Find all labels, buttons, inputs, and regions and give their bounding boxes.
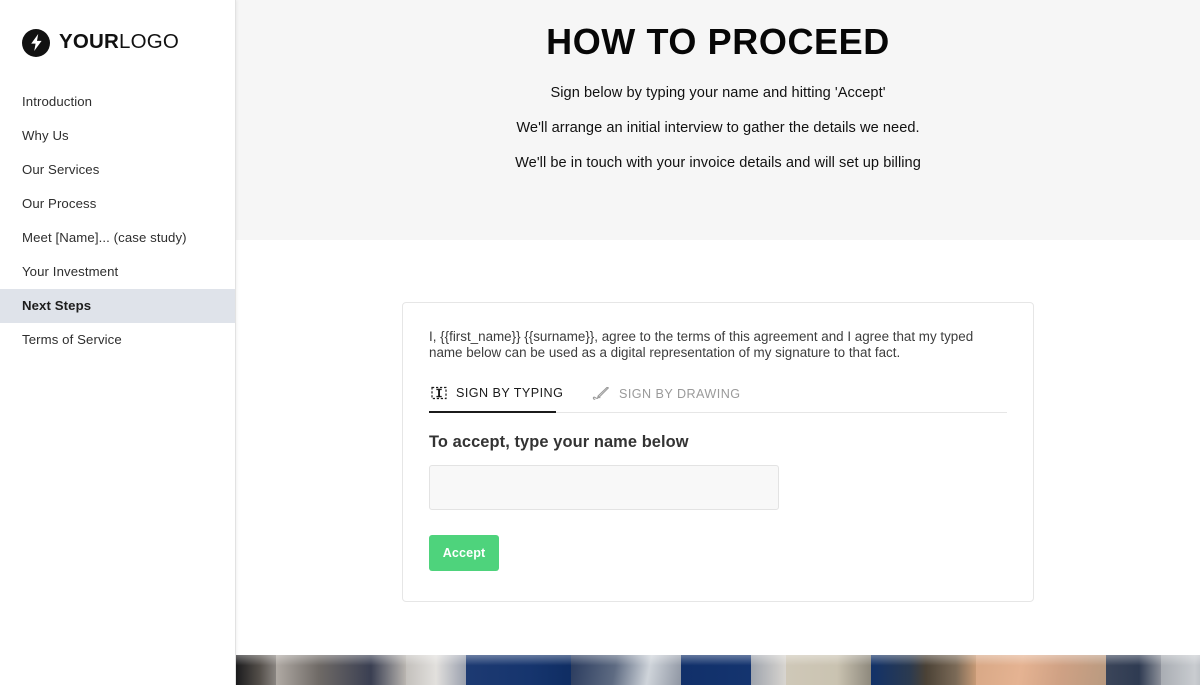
page-title: HOW TO PROCEED	[546, 21, 890, 62]
hero-subtitle-1: Sign below by typing your name and hitti…	[550, 85, 886, 101]
sidebar-item-our-process[interactable]: Our Process	[0, 187, 235, 221]
signature-card: I, {{first_name}} {{surname}}, agree to …	[402, 302, 1034, 602]
signature-name-input[interactable]	[429, 465, 779, 510]
accept-button[interactable]: Accept	[429, 535, 499, 571]
sidebar-item-next-steps[interactable]: Next Steps	[0, 289, 235, 323]
consent-text: I, {{first_name}} {{surname}}, agree to …	[429, 329, 974, 360]
sidebar-item-case-study[interactable]: Meet [Name]... (case study)	[0, 221, 235, 255]
sidebar-item-why-us[interactable]: Why Us	[0, 119, 235, 153]
tab-sign-by-typing-label: SIGN BY TYPING	[456, 386, 564, 400]
logo-text: YOURLOGO	[59, 32, 179, 53]
footer-photo	[236, 655, 1200, 685]
signature-section: I, {{first_name}} {{surname}}, agree to …	[236, 240, 1200, 645]
sidebar-item-your-investment[interactable]: Your Investment	[0, 255, 235, 289]
main-content: HOW TO PROCEED Sign below by typing your…	[236, 0, 1200, 685]
signature-mode-tabs: SIGN BY TYPING SIGN BY DRAWING	[429, 382, 1007, 413]
sidebar: YOURLOGO Introduction Why Us Our Service…	[0, 0, 236, 685]
logo[interactable]: YOURLOGO	[0, 0, 235, 85]
tab-sign-by-drawing[interactable]: SIGN BY DRAWING	[590, 383, 743, 412]
logo-text-light: LOGO	[119, 30, 180, 54]
sidebar-item-terms-of-service[interactable]: Terms of Service	[0, 323, 235, 357]
tab-sign-by-typing[interactable]: SIGN BY TYPING	[429, 382, 563, 413]
pen-nib-icon	[592, 387, 610, 401]
sidebar-nav: Introduction Why Us Our Services Our Pro…	[0, 85, 235, 357]
hero-band: HOW TO PROCEED Sign below by typing your…	[236, 0, 1200, 240]
text-cursor-icon	[431, 386, 447, 400]
lightning-bolt-icon	[22, 28, 50, 57]
name-field-label: To accept, type your name below	[429, 433, 689, 451]
sidebar-item-introduction[interactable]: Introduction	[0, 85, 235, 119]
hero-subtitle-3: We'll be in touch with your invoice deta…	[515, 155, 921, 171]
sidebar-item-our-services[interactable]: Our Services	[0, 153, 235, 187]
tab-sign-by-drawing-label: SIGN BY DRAWING	[619, 387, 741, 401]
proposal-page: YOURLOGO Introduction Why Us Our Service…	[0, 0, 1200, 685]
hero-subtitle-2: We'll arrange an initial interview to ga…	[516, 120, 920, 136]
logo-text-bold: YOUR	[59, 30, 120, 54]
